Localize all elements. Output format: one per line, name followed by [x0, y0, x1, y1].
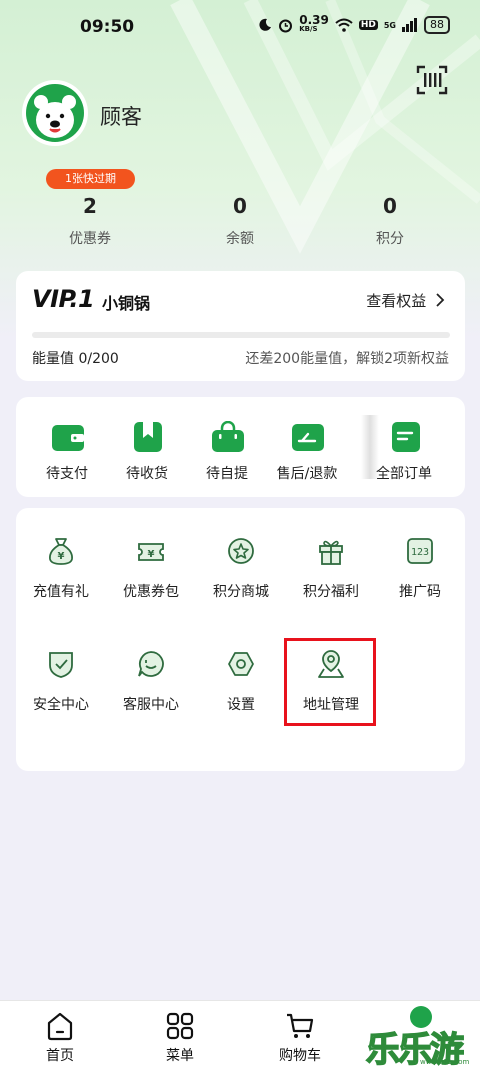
view-benefits-link[interactable]: 查看权益	[366, 290, 445, 311]
nav-home[interactable]: 首页	[15, 1001, 105, 1072]
energy-hint: 还差200能量值，解锁2项新权益	[245, 351, 449, 367]
signal-icon	[402, 18, 417, 32]
battery-indicator: 88	[424, 16, 450, 34]
barcode-scan-icon	[416, 65, 448, 95]
view-benefits-label: 查看权益	[366, 292, 427, 310]
nav-label: 菜单	[166, 1048, 194, 1064]
vip-level: VIP.1	[32, 285, 95, 313]
nav-label: 首页	[46, 1048, 74, 1064]
energy-progress-bar	[32, 332, 450, 338]
nav-label: 购物车	[279, 1048, 321, 1064]
service-customer-service[interactable]: 客服中心	[106, 621, 196, 713]
order-label: 售后/退款	[276, 466, 338, 482]
service-label: 安全中心	[33, 697, 89, 713]
wallet-icon	[52, 425, 84, 451]
svg-text:¥: ¥	[58, 551, 65, 562]
code-123-icon: 123	[407, 538, 433, 564]
service-label: 推广码	[399, 584, 441, 600]
vip-level-name: 小铜锅	[102, 294, 151, 313]
stat-label: 优惠券	[69, 231, 111, 247]
order-pending-pickup[interactable]: 待自提	[187, 397, 267, 497]
order-pending-receipt[interactable]: 待收货	[107, 397, 187, 497]
stat-value: 0	[233, 194, 247, 218]
service-settings[interactable]: 设置	[196, 621, 286, 713]
service-points-welfare[interactable]: 积分福利	[286, 508, 376, 600]
chevron-right-icon	[436, 293, 445, 307]
service-label: 积分福利	[303, 584, 359, 600]
service-points-mall[interactable]: 积分商城	[196, 508, 286, 600]
highlight-box	[284, 638, 376, 726]
vip-card[interactable]: VIP.1 小铜锅 查看权益 能量值 0/200 还差200能量值，解锁2项新权…	[16, 271, 465, 381]
money-bag-icon: ¥	[49, 538, 73, 565]
svg-text:123: 123	[411, 547, 429, 558]
service-coupon-pack[interactable]: ¥ 优惠券包	[106, 508, 196, 600]
settings-hex-icon	[228, 652, 254, 676]
chat-bubble-icon	[138, 651, 164, 677]
order-after-sales[interactable]: 售后/退款	[267, 397, 347, 497]
bookmark-icon	[134, 422, 162, 452]
svg-text:¥: ¥	[148, 549, 155, 560]
stat-points[interactable]: 0 积分	[330, 170, 450, 248]
signal-label: 5G	[383, 20, 396, 30]
star-badge-icon	[228, 538, 254, 564]
coupon-icon: ¥	[138, 543, 164, 561]
order-pending-payment[interactable]: 待支付	[27, 397, 107, 497]
status-bar: 09:50 0.39 KB/S HD 5G 88	[0, 0, 480, 56]
network-speed: 0.39 KB/S	[299, 13, 329, 34]
coupon-expire-badge: 1张快过期	[46, 169, 135, 189]
service-label: 积分商城	[213, 584, 269, 600]
cart-icon	[287, 1013, 314, 1038]
service-recharge[interactable]: ¥ 充值有礼	[16, 508, 106, 600]
stat-value: 0	[383, 194, 397, 218]
stat-value: 2	[83, 194, 97, 218]
service-promo-code[interactable]: 123 推广码	[375, 508, 465, 600]
refund-icon	[292, 424, 324, 451]
watermark-url: www.611.com	[420, 1058, 470, 1066]
service-security-center[interactable]: 安全中心	[16, 621, 106, 713]
order-all[interactable]: 全部订单	[364, 397, 444, 497]
service-label: 客服中心	[123, 697, 179, 713]
status-icons: 0.39 KB/S HD 5G 88	[258, 13, 450, 34]
nav-menu[interactable]: 菜单	[135, 1001, 225, 1072]
network-speed-value: 0.39	[299, 13, 329, 27]
shield-check-icon	[49, 652, 73, 678]
username[interactable]: 顾客	[100, 101, 142, 131]
service-label: 优惠券包	[123, 584, 179, 600]
alarm-icon	[279, 19, 293, 32]
stat-label: 积分	[376, 231, 404, 247]
bear-avatar-icon	[26, 84, 84, 142]
home-icon	[47, 1012, 73, 1041]
order-label: 全部订单	[376, 466, 432, 482]
service-label: 设置	[227, 697, 255, 713]
grid-icon	[166, 1012, 194, 1040]
avatar[interactable]	[22, 80, 88, 146]
energy-value: 能量值 0/200	[32, 351, 119, 367]
status-time: 09:50	[80, 17, 135, 37]
moon-icon	[259, 18, 272, 31]
orders-card: 待支付 待收货 待自提 售后/退款 全部订单	[16, 397, 465, 497]
services-card: ¥ 充值有礼 ¥ 优惠券包 积分商城 积分福利 123 推广码 安全中心 客服中…	[16, 508, 465, 771]
stat-label: 余额	[226, 231, 254, 247]
network-speed-unit: KB/S	[299, 25, 318, 33]
order-list-icon	[392, 422, 420, 452]
stat-balance[interactable]: 0 余额	[180, 170, 300, 248]
service-label: 充值有礼	[33, 584, 89, 600]
nav-cart[interactable]: 购物车	[255, 1001, 345, 1072]
gift-icon	[319, 540, 343, 565]
hd-badge: HD	[358, 20, 378, 30]
shopping-bag-icon	[212, 421, 244, 452]
scan-button[interactable]	[416, 64, 448, 96]
wifi-icon	[335, 18, 353, 32]
